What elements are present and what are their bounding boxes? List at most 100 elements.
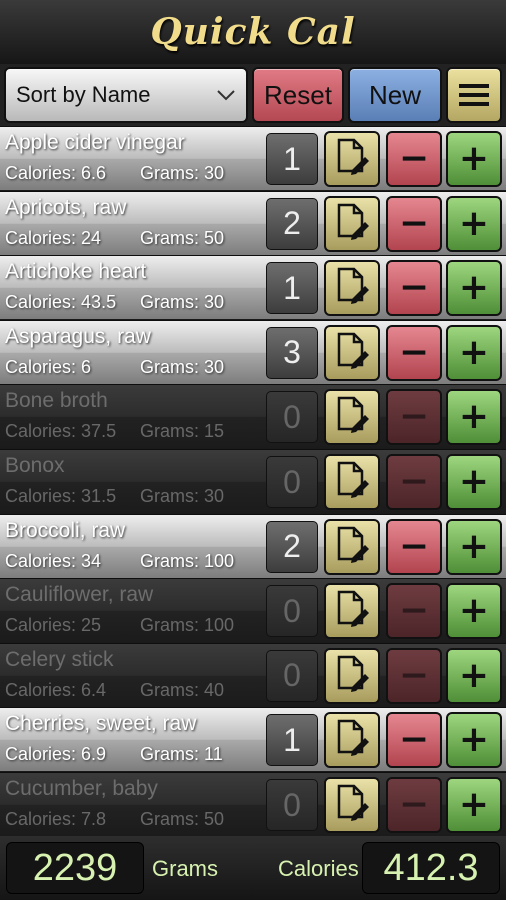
- increment-button[interactable]: +: [446, 324, 502, 381]
- sort-dropdown[interactable]: Sort by Name: [4, 67, 248, 123]
- decrement-button[interactable]: −: [386, 260, 442, 317]
- food-name: Cauliflower, raw: [5, 583, 154, 607]
- minus-icon: −: [398, 590, 430, 632]
- food-calories: Calories: 31.5: [5, 486, 116, 507]
- edit-button[interactable]: [324, 454, 380, 510]
- calories-value: 6.4: [81, 679, 107, 700]
- food-row[interactable]: Cherries, sweet, raw Calories: 6.9 Grams: …: [0, 707, 506, 772]
- plus-icon: +: [458, 784, 490, 825]
- decrement-button[interactable]: −: [386, 583, 442, 640]
- menu-button[interactable]: [446, 67, 502, 123]
- grams-value: 100: [204, 615, 235, 636]
- grams-label: Grams:: [140, 550, 200, 571]
- food-row[interactable]: Bone broth Calories: 37.5 Grams: 15 0 − +: [0, 384, 506, 449]
- decrement-button[interactable]: −: [386, 131, 442, 187]
- edit-button[interactable]: [324, 712, 380, 769]
- food-calories: Calories: 6.9: [5, 744, 106, 765]
- grams-label: Grams:: [140, 421, 200, 442]
- decrement-button[interactable]: −: [386, 712, 442, 769]
- minus-icon: −: [398, 654, 430, 696]
- food-row[interactable]: Asparagus, raw Calories: 6 Grams: 30 3 − +: [0, 319, 506, 384]
- decrement-button[interactable]: −: [386, 518, 442, 575]
- minus-icon: −: [398, 267, 430, 309]
- food-name: Celery stick: [5, 647, 114, 671]
- increment-button[interactable]: +: [446, 260, 502, 317]
- new-button[interactable]: New: [348, 67, 442, 123]
- calories-label: Calories:: [5, 809, 77, 829]
- document-edit-icon: [332, 589, 372, 633]
- edit-button[interactable]: [324, 777, 380, 833]
- food-name: Cherries, sweet, raw: [5, 712, 197, 736]
- minus-icon: −: [398, 396, 430, 438]
- serving-count: 0: [266, 779, 318, 831]
- total-grams-label: Grams: [152, 856, 218, 881]
- calories-value: 31.5: [81, 486, 117, 506]
- decrement-button[interactable]: −: [386, 454, 442, 510]
- food-row[interactable]: Apricots, raw Calories: 24 Grams: 50 2 − +: [0, 190, 506, 255]
- edit-button[interactable]: [324, 583, 380, 640]
- edit-button[interactable]: [324, 195, 380, 252]
- grams-value: 100: [204, 550, 235, 571]
- food-row[interactable]: Artichoke heart Calories: 43.5 Grams: 30 1 −…: [0, 255, 506, 320]
- food-row[interactable]: Apple cider vinegar Calories: 6.6 Grams: 3…: [0, 126, 506, 190]
- food-row[interactable]: Celery stick Calories: 6.4 Grams: 40 0 − +: [0, 642, 506, 707]
- plus-icon: +: [458, 396, 490, 438]
- grams-value: 30: [204, 292, 225, 313]
- grams-value: 11: [204, 744, 223, 765]
- food-row[interactable]: Cauliflower, raw Calories: 25 Grams: 100 0 −…: [0, 578, 506, 643]
- food-calories: Calories: 37.5: [5, 421, 116, 442]
- calories-value: 34: [81, 550, 102, 571]
- decrement-button[interactable]: −: [386, 389, 442, 446]
- grams-label: Grams:: [140, 486, 200, 506]
- edit-button[interactable]: [324, 131, 380, 187]
- plus-icon: +: [458, 525, 490, 567]
- food-grams: Grams: 30: [140, 486, 224, 507]
- edit-button[interactable]: [324, 324, 380, 381]
- increment-button[interactable]: +: [446, 583, 502, 640]
- food-row[interactable]: Cucumber, baby Calories: 7.8 Grams: 50 0 − +: [0, 772, 506, 836]
- document-edit-icon: [332, 395, 372, 439]
- food-calories: Calories: 6.4: [5, 680, 106, 701]
- document-edit-icon: [332, 654, 372, 698]
- serving-count: 3: [266, 326, 318, 379]
- edit-button[interactable]: [324, 647, 380, 704]
- increment-button[interactable]: +: [446, 647, 502, 704]
- grams-label: Grams:: [140, 227, 200, 248]
- food-grams: Grams: 50: [140, 809, 224, 830]
- food-calories: Calories: 7.8: [5, 809, 106, 830]
- food-grams: Grams: 50: [140, 228, 224, 249]
- increment-button[interactable]: +: [446, 131, 502, 187]
- calories-label: Calories:: [5, 679, 77, 700]
- sort-dropdown-label: Sort by Name: [16, 82, 151, 107]
- serving-count: 1: [266, 262, 318, 315]
- food-row[interactable]: Bonox Calories: 31.5 Grams: 30 0 − +: [0, 449, 506, 513]
- decrement-button[interactable]: −: [386, 647, 442, 704]
- food-row[interactable]: Broccoli, raw Calories: 34 Grams: 100 2 − +: [0, 513, 506, 578]
- decrement-button[interactable]: −: [386, 195, 442, 252]
- grams-label: Grams:: [140, 163, 200, 183]
- reset-button[interactable]: Reset: [252, 67, 344, 123]
- food-name: Artichoke heart: [5, 260, 147, 284]
- increment-button[interactable]: +: [446, 777, 502, 833]
- serving-count: 0: [266, 391, 318, 444]
- decrement-button[interactable]: −: [386, 324, 442, 381]
- edit-button[interactable]: [324, 260, 380, 317]
- decrement-button[interactable]: −: [386, 777, 442, 833]
- food-name: Asparagus, raw: [5, 324, 151, 348]
- increment-button[interactable]: +: [446, 389, 502, 446]
- minus-icon: −: [398, 784, 430, 825]
- food-grams: Grams: 100: [140, 551, 234, 572]
- increment-button[interactable]: +: [446, 195, 502, 252]
- increment-button[interactable]: +: [446, 454, 502, 510]
- food-name: Cucumber, baby: [5, 777, 158, 800]
- edit-button[interactable]: [324, 389, 380, 446]
- increment-button[interactable]: +: [446, 712, 502, 769]
- food-calories: Calories: 6: [5, 357, 91, 378]
- calories-label: Calories:: [5, 356, 77, 377]
- totals-bar: 2239 Grams Calories 412.3: [0, 836, 506, 900]
- edit-button[interactable]: [324, 518, 380, 575]
- grams-value: 15: [204, 421, 225, 442]
- plus-icon: +: [458, 202, 490, 244]
- app-header: Quick Cal: [0, 0, 506, 64]
- increment-button[interactable]: +: [446, 518, 502, 575]
